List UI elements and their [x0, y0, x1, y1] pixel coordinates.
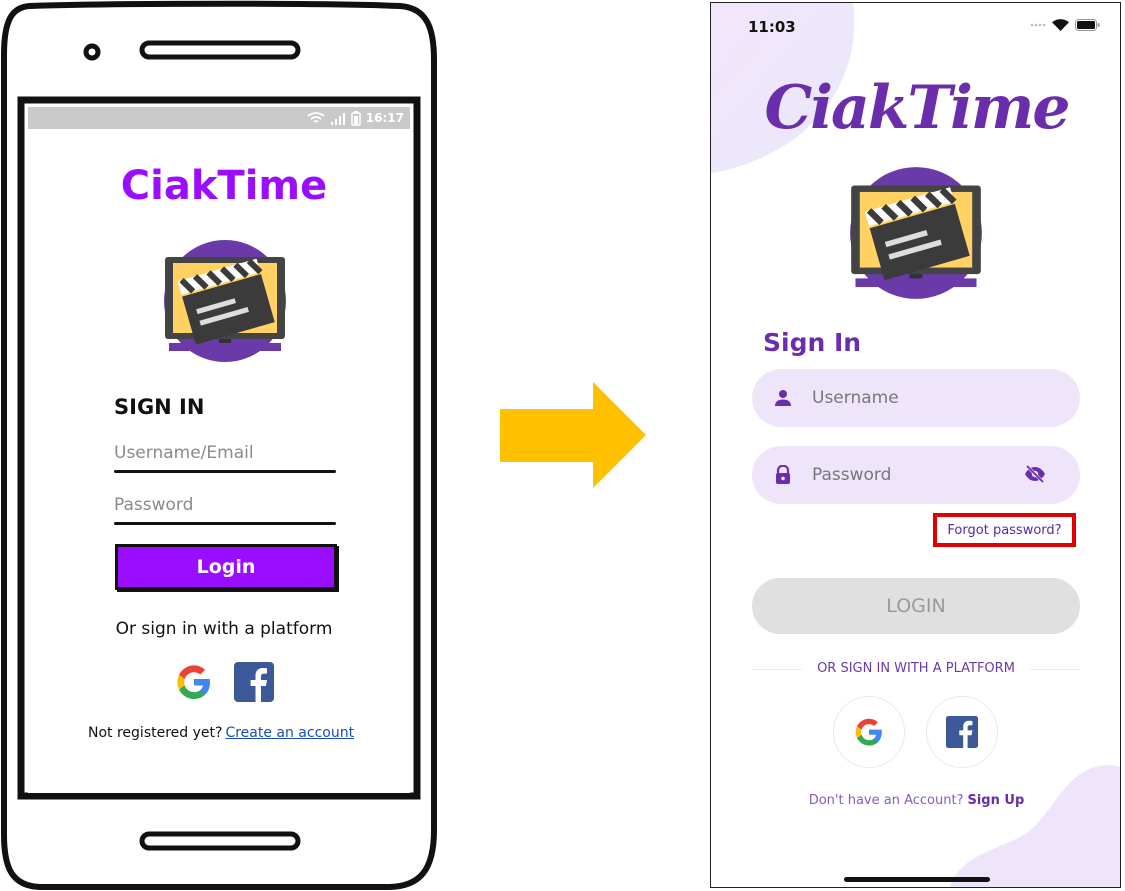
password-placeholder: Password [812, 465, 892, 485]
footer-text: Don't have an Account? [808, 793, 964, 808]
decorative-blob-bottom [950, 765, 1120, 887]
divider-text: OR SIGN IN WITH A PLATFORM [817, 661, 1015, 676]
password-field[interactable]: Password [114, 495, 336, 525]
home-indicator[interactable] [844, 877, 990, 882]
battery-icon [351, 110, 361, 126]
username-placeholder: Username/Email [114, 443, 254, 463]
username-placeholder: Username [812, 388, 899, 408]
mockup-app-title: CiakTime [764, 73, 1070, 143]
wireframe-app-title: CiakTime [120, 163, 328, 209]
lock-icon [776, 465, 790, 484]
google-icon [855, 718, 882, 746]
status-icons [1030, 19, 1100, 31]
username-field[interactable]: Username/Email [114, 443, 336, 473]
wireframe-or-text: Or sign in with a platform [115, 619, 333, 639]
eye-off-icon[interactable] [1024, 465, 1046, 483]
platform-divider: OR SIGN IN WITH A PLATFORM [752, 661, 1080, 679]
password-placeholder: Password [114, 495, 194, 515]
field-underline [114, 470, 336, 473]
facebook-icon [946, 716, 978, 748]
app-logo-icon [164, 240, 286, 362]
wifi-icon [307, 112, 325, 123]
username-input[interactable]: Username [752, 369, 1080, 427]
signal-icon [330, 112, 345, 125]
wireframe-status-bar: 16:17 [28, 107, 410, 129]
wireframe-screen: 16:17 CiakTime SIGN IN Username/Email Pa… [28, 107, 410, 793]
app-logo-icon [850, 167, 982, 299]
mockup-sign-in-heading: Sign In [763, 328, 862, 357]
create-account-link[interactable]: Create an account [225, 725, 354, 741]
facebook-signin-button[interactable] [926, 696, 998, 768]
google-signin-button[interactable] [833, 696, 905, 768]
footer-text: Not registered yet? [88, 725, 223, 741]
facebook-icon[interactable] [234, 662, 274, 702]
user-icon [775, 390, 791, 406]
login-button[interactable]: LOGIN [752, 578, 1080, 634]
status-time: 16:17 [365, 111, 404, 125]
sign-up-link[interactable]: Sign Up [967, 793, 1024, 808]
mockup-phone: 11:03 CiakTime Sign In Username Password… [710, 2, 1121, 888]
wireframe-sign-in-heading: SIGN IN [114, 395, 205, 419]
status-time: 11:03 [748, 18, 796, 36]
wireframe-footer: Not registered yet? Create an account [88, 725, 354, 741]
wifi-icon [1052, 19, 1069, 31]
battery-icon [1075, 19, 1100, 31]
arrow-right-icon [500, 382, 646, 488]
password-input[interactable]: Password [752, 446, 1080, 504]
google-icon[interactable] [174, 662, 214, 702]
mockup-footer: Don't have an Account? Sign Up [711, 793, 1120, 808]
field-underline [114, 522, 336, 525]
signal-icon [1030, 23, 1046, 27]
forgot-password-link[interactable]: Forgot password? [933, 513, 1076, 547]
login-button[interactable]: Login [115, 544, 337, 590]
